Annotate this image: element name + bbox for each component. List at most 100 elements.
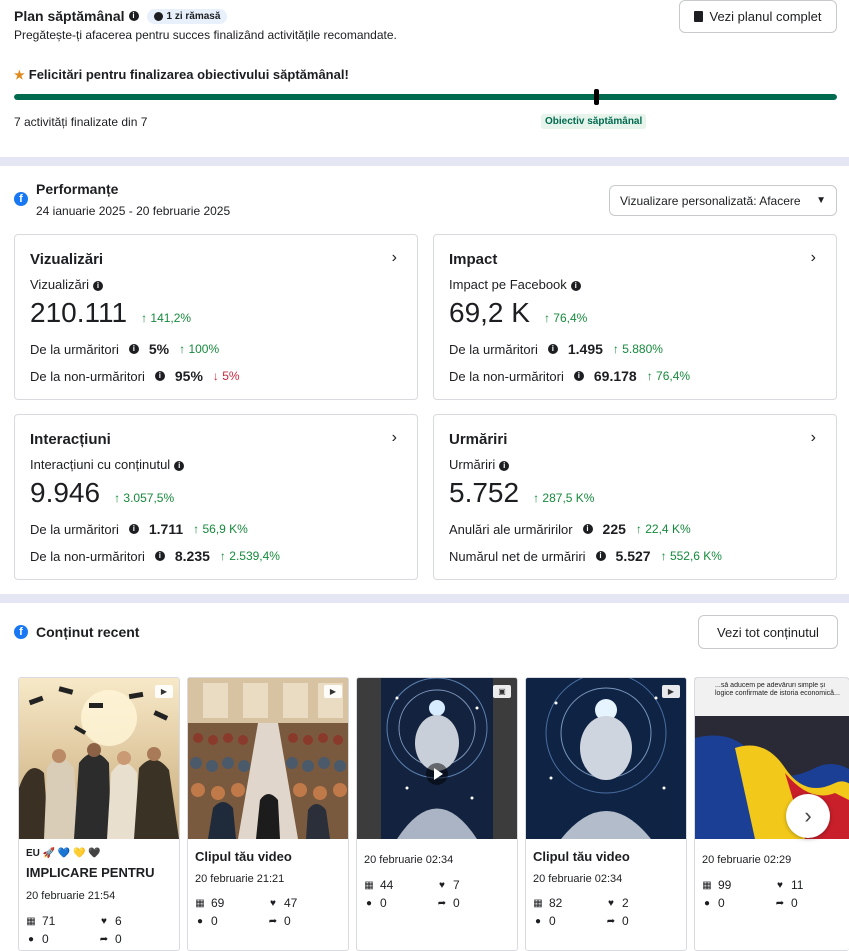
impact-value: 69,2 K ↑ 76,4% [449,297,587,329]
ceremony-thumbnail [188,678,348,839]
chevron-right-icon: › [804,803,812,828]
row-delta: ↑ 552,6 K% [660,549,722,563]
custom-view-dropdown[interactable]: Vizualizare personalizată: Afacere ▼ [609,185,837,216]
interactions-card-title: Interacțiuni [30,431,111,448]
views-row-nonfollowers: De la non-urmăritori i 95% ↓ 5% [30,368,240,384]
progress-bar [14,94,837,100]
info-icon[interactable]: i [595,551,606,561]
views-row-followers: De la urmăritori i 5% ↑ 100% [30,341,219,357]
view-full-plan-button[interactable]: Vezi planul complet [679,0,837,33]
row-delta: ↑ 56,9 K% [193,522,248,536]
impact-row-nonfollowers: De la non-urmăritori i 69.178 ↑ 76,4% [449,368,690,384]
views-metric-label: Vizualizări i [30,277,104,292]
interactions-value-text: 9.946 [30,477,101,508]
impact-row-followers: De la urmăritori i 1.495 ↑ 5.880% [449,341,663,357]
impact-metric-label: Impact pe Facebook i [449,277,581,292]
follows-row-unfollows: Anulări ale urmăririlor i 225 ↑ 22,4 K% [449,521,691,537]
info-icon[interactable]: i [174,460,185,471]
chevron-right-icon[interactable]: › [811,249,816,267]
comment-icon: ● [534,915,542,927]
impact-card-title: Impact [449,251,498,268]
tile-likes-value: 2 [622,896,629,910]
impact-card[interactable]: Impact › Impact pe Facebook i 69,2 K ↑ 76,… [433,234,837,400]
row-label: De la urmăritori [30,521,119,537]
share-icon: ➦ [775,897,785,909]
interactions-card[interactable]: Interacțiuni › Interacțiuni cu conținutu… [14,414,418,580]
content-tile[interactable]: ▶ Clipul tău video 20 februarie 21:21 ▦ 6… [187,677,349,951]
follows-card[interactable]: Urmăriri › Urmăriri i 5.752 ↑ 287,5 K% Anu… [433,414,837,580]
tile-comments: ● 0 [533,914,556,928]
share-icon: ➦ [99,933,109,945]
heart-icon: ♥ [608,897,614,909]
impact-delta-text: 76,4% [553,311,588,325]
row-label: De la urmăritori [30,341,119,357]
gallery-icon: ▣ [493,685,511,698]
tile-shares: ➦ 0 [99,932,122,946]
interactions-delta-text: 3.057,5% [123,491,175,505]
tile-comments-value: 0 [549,914,556,928]
tile-shares-value: 0 [115,932,122,946]
tile-caption: Clipul tău video [195,849,292,864]
chevron-right-icon[interactable]: › [392,249,397,267]
row-delta: ↑ 5.880% [612,342,663,356]
follows-value-text: 5.752 [449,477,520,508]
row-value: 1.711 [148,521,184,537]
weekly-plan-subtitle: Pregătește-ți afacerea pentru succes fin… [14,28,397,42]
row-delta-text: 22,4 K% [645,522,691,536]
content-tile[interactable]: ▶ EU 🚀 💙 💛 🖤 IMPLICARE PENTRU 20 februar… [18,677,180,951]
info-icon[interactable]: i [547,344,558,354]
recent-content-title: Conținut recent [36,624,140,640]
info-icon[interactable]: i [128,344,139,354]
info-icon[interactable]: i [128,11,139,21]
chevron-right-icon[interactable]: › [811,429,816,447]
info-icon[interactable]: i [499,460,510,471]
heart-icon: ♥ [439,879,445,891]
facebook-icon: f [14,192,28,206]
row-label: De la urmăritori [449,341,538,357]
info-icon[interactable]: i [93,280,104,291]
tile-comments-value: 0 [42,932,49,946]
tile-emoji-line: EU 🚀 💙 💛 🖤 [26,848,101,859]
content-tile[interactable]: ▶ Clipul tău video 20 februarie 02:34 ▦ 8… [525,677,687,951]
views-card[interactable]: Vizualizări › Vizualizări i 210.111 ↑ 141,… [14,234,418,400]
weekly-plan-section: Plan săptămânal i 1 zi rămasă Pregătește… [0,0,849,157]
views-delta: ↑ 141,2% [141,311,192,325]
chevron-right-icon[interactable]: › [392,429,397,447]
tile-views-value: 71 [42,914,56,928]
views-value: 210.111 ↑ 141,2% [30,297,191,329]
info-icon[interactable]: i [128,524,139,534]
tile-shares: ➦ 0 [775,896,798,910]
chart-icon: ▦ [533,897,543,909]
views-delta-text: 141,2% [150,311,192,325]
views-metric-label-text: Vizualizări [30,277,90,292]
row-label: Numărul net de urmăriri [449,548,586,564]
info-icon[interactable]: i [154,551,165,561]
interactions-metric-label: Interacțiuni cu conținutul i [30,457,185,472]
tile-shares-value: 0 [791,896,798,910]
interactions-delta: ↑ 3.057,5% [114,491,175,505]
view-all-content-button[interactable]: Vezi tot conținutul [698,615,838,649]
content-tile[interactable]: ▣ 20 februarie 02:34 ▦ 44 ♥ 7 ● 0 ➦ 0 [356,677,518,951]
info-icon[interactable]: i [154,371,165,381]
tile-shares-value: 0 [284,914,291,928]
row-value: 5% [148,341,170,357]
info-icon[interactable]: i [582,524,593,534]
tile-likes: ♥ 47 [268,896,297,910]
follows-delta-text: 287,5 K% [542,491,595,505]
tile-overlay-text: ...să aducem pe adevăruri simple și logi… [715,682,840,697]
heart-icon: ♥ [270,897,276,909]
row-label: De la non-urmăritori [449,368,564,384]
ai-figure-thumbnail [357,678,517,839]
share-icon: ➦ [606,915,616,927]
info-icon[interactable]: i [570,280,581,291]
tile-views-value: 99 [718,878,732,892]
row-delta: ↑ 22,4 K% [635,522,691,536]
tile-views: ▦ 99 [702,878,731,892]
ai-figure-thumbnail [526,678,686,839]
tile-comments: ● 0 [195,914,218,928]
tile-likes-value: 6 [115,914,122,928]
info-icon[interactable]: i [573,371,584,381]
row-delta-text: 5.880% [622,342,663,356]
carousel-next-button[interactable]: › [786,794,830,838]
chart-icon: ▦ [26,915,36,927]
